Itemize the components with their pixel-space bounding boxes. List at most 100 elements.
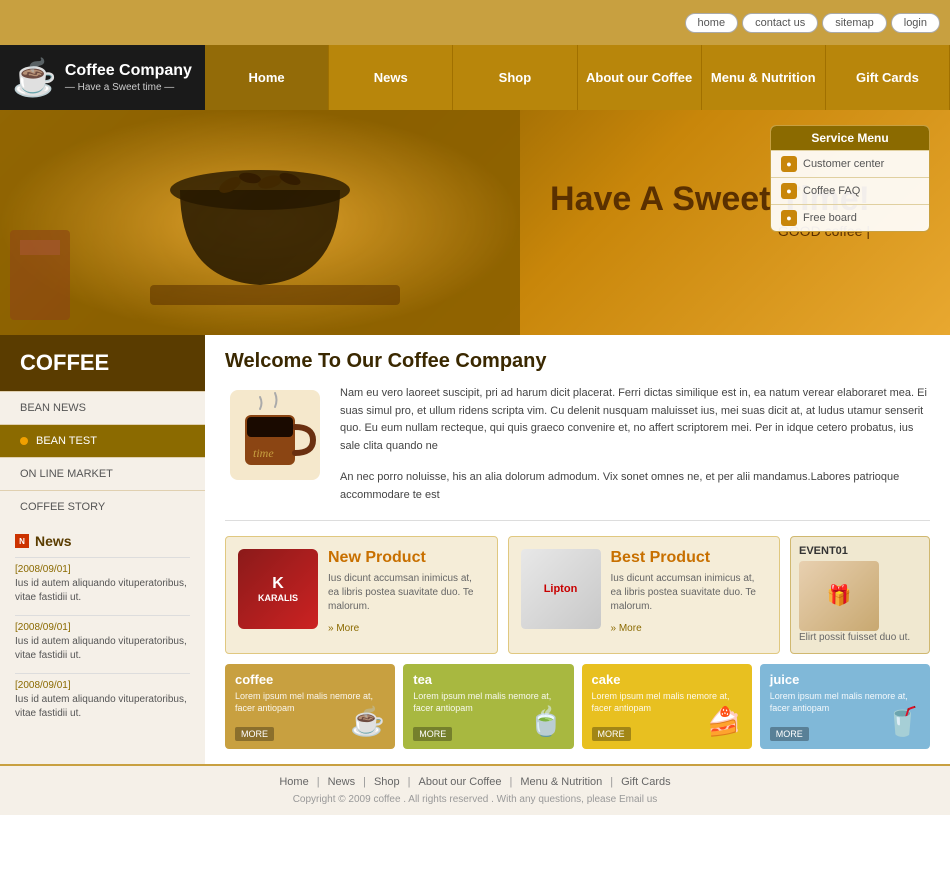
coffee-cup-icon: ☕ — [12, 57, 57, 99]
logo-text: Coffee Company — Have a Sweet time — — [65, 62, 192, 93]
product-row-1: K KARALIS New Product Ius dicunt accumsa… — [225, 536, 930, 654]
event-text: Elirt possit fuisset duo ut. — [799, 631, 921, 645]
new-product-label: New Product — [328, 549, 485, 567]
best-product-info: Best Product Ius dicunt accumsan inimicu… — [611, 549, 768, 641]
best-product-desc: Ius dicunt accumsan inimicus at, ea libr… — [611, 572, 768, 614]
sitemap-topbtn[interactable]: sitemap — [822, 13, 887, 33]
category-cake-title: cake — [592, 672, 742, 687]
category-tea-title: tea — [413, 672, 563, 687]
category-juice[interactable]: juice Lorem ipsum mel malis nemore at, f… — [760, 664, 930, 749]
footer-shop-link[interactable]: Shop — [366, 776, 408, 788]
logo-area: ☕ Coffee Company — Have a Sweet time — — [0, 45, 205, 110]
best-product-label: Best Product — [611, 549, 768, 567]
service-menu-coffee-faq[interactable]: ● Coffee FAQ — [771, 177, 929, 204]
category-coffee-more[interactable]: MORE — [235, 727, 274, 741]
footer-gift-cards-link[interactable]: Gift Cards — [613, 776, 679, 788]
event-card: EVENT01 🎁 Elirt possit fuisset duo ut. — [790, 536, 930, 654]
category-tea[interactable]: tea Lorem ipsum mel malis nemore at, fac… — [403, 664, 573, 749]
best-product-image: Lipton — [521, 549, 601, 629]
welcome-para2: An nec porro noluisse, his an alia dolor… — [340, 469, 930, 504]
sidebar-item-bean-news[interactable]: BEAN NEWS — [0, 391, 205, 424]
news-date-3: [2008/09/01] — [15, 680, 190, 691]
news-text-1: Ius id autem aliquando vituperatoribus, … — [15, 577, 190, 605]
new-product-image: K KARALIS — [238, 549, 318, 629]
lipton-brand-label: Lipton — [544, 583, 578, 595]
category-row: coffee Lorem ipsum mel malis nemore at, … — [225, 664, 930, 749]
category-cake-more[interactable]: MORE — [592, 727, 631, 741]
best-product-more-link[interactable]: More — [611, 623, 642, 634]
coffee-mug-image: time — [225, 385, 325, 485]
sidebar-coffee-header: COFFEE — [0, 335, 205, 391]
nav-shop[interactable]: Shop — [453, 45, 577, 110]
sidebar-news-title: N News — [15, 533, 190, 549]
sidebar-item-bean-test[interactable]: BEAN TEST — [0, 424, 205, 457]
hero-section: Have A Sweet Time! GOOD coffee | Service… — [0, 110, 950, 335]
new-product-more-link[interactable]: More — [328, 623, 359, 634]
nav-gift-cards[interactable]: Gift Cards — [826, 45, 950, 110]
welcome-title: Welcome To Our Coffee Company — [225, 350, 930, 373]
sidebar-item-label: BEAN TEST — [36, 435, 97, 447]
footer-nav: Home | News | Shop | About our Coffee | … — [0, 776, 950, 788]
lipton-bag-image: Lipton — [521, 549, 601, 629]
active-dot-icon — [20, 437, 28, 445]
coffee-faq-icon: ● — [781, 183, 797, 199]
service-menu-item-label: Free board — [803, 212, 857, 224]
hero-background-svg — [0, 110, 520, 335]
contact-topbtn[interactable]: contact us — [742, 13, 818, 33]
new-product-info: New Product Ius dicunt accumsan inimicus… — [328, 549, 485, 641]
hero-image — [0, 110, 520, 335]
service-menu-free-board[interactable]: ● Free board — [771, 204, 929, 231]
sidebar-item-label: COFFEE STORY — [20, 501, 105, 513]
welcome-text-block: Nam eu vero laoreet suscipit, pri ad har… — [340, 385, 930, 505]
main-content: COFFEE BEAN NEWS BEAN TEST ON LINE MARKE… — [0, 335, 950, 764]
welcome-para1: Nam eu vero laoreet suscipit, pri ad har… — [340, 385, 930, 455]
header: ☕ Coffee Company — Have a Sweet time — H… — [0, 45, 950, 110]
category-cake-icon: 🍰 — [702, 699, 747, 744]
category-coffee-icon: ☕ — [345, 699, 390, 744]
service-menu-customer-center[interactable]: ● Customer center — [771, 150, 929, 177]
nav-about-coffee[interactable]: About our Coffee — [578, 45, 702, 110]
category-juice-title: juice — [770, 672, 920, 687]
nav-home[interactable]: Home — [205, 45, 329, 110]
top-bar-buttons: home contact us sitemap login — [685, 13, 940, 33]
news-date-1: [2008/09/01] — [15, 564, 190, 575]
products-section: K KARALIS New Product Ius dicunt accumsa… — [225, 520, 930, 749]
top-bar: home contact us sitemap login — [0, 0, 950, 45]
footer: Home | News | Shop | About our Coffee | … — [0, 764, 950, 815]
category-coffee[interactable]: coffee Lorem ipsum mel malis nemore at, … — [225, 664, 395, 749]
category-cake[interactable]: cake Lorem ipsum mel malis nemore at, fa… — [582, 664, 752, 749]
sidebar-item-online-market[interactable]: ON LINE MARKET — [0, 457, 205, 490]
login-topbtn[interactable]: login — [891, 13, 940, 33]
event-image: 🎁 — [799, 561, 879, 631]
footer-about-coffee-link[interactable]: About our Coffee — [411, 776, 510, 788]
footer-home-link[interactable]: Home — [271, 776, 316, 788]
service-menu: Service Menu ● Customer center ● Coffee … — [770, 125, 930, 232]
category-juice-more[interactable]: MORE — [770, 727, 809, 741]
news-entry-3: [2008/09/01] Ius id autem aliquando vitu… — [15, 673, 190, 721]
news-text-2: Ius id autem aliquando vituperatoribus, … — [15, 635, 190, 663]
sidebar-item-coffee-story[interactable]: COFFEE STORY — [0, 490, 205, 523]
footer-copyright: Copyright © 2009 coffee . All rights res… — [0, 794, 950, 805]
footer-news-link[interactable]: News — [320, 776, 364, 788]
footer-menu-nutrition-link[interactable]: Menu & Nutrition — [512, 776, 610, 788]
new-product-desc: Ius dicunt accumsan inimicus at, ea libr… — [328, 572, 485, 614]
nav-menu-nutrition[interactable]: Menu & Nutrition — [702, 45, 826, 110]
news-date-2: [2008/09/01] — [15, 622, 190, 633]
service-menu-item-label: Coffee FAQ — [803, 185, 860, 197]
free-board-icon: ● — [781, 210, 797, 226]
category-tea-icon: 🍵 — [524, 699, 569, 744]
news-entry-1: [2008/09/01] Ius id autem aliquando vitu… — [15, 557, 190, 605]
service-menu-title: Service Menu — [771, 126, 929, 150]
karalis-bag-image: K KARALIS — [238, 549, 318, 629]
category-tea-more[interactable]: MORE — [413, 727, 452, 741]
event-label: EVENT01 — [799, 545, 921, 557]
nav-news[interactable]: News — [329, 45, 453, 110]
category-juice-icon: 🥤 — [880, 699, 925, 744]
content-area: Welcome To Our Coffee Company time — [205, 335, 950, 764]
new-product-card: K KARALIS New Product Ius dicunt accumsa… — [225, 536, 498, 654]
tagline: — Have a Sweet time — — [65, 82, 192, 93]
main-nav: Home News Shop About our Coffee Menu & N… — [205, 45, 950, 110]
sidebar-news: N News [2008/09/01] Ius id autem aliquan… — [0, 523, 205, 741]
home-topbtn[interactable]: home — [685, 13, 739, 33]
sidebar-item-label: ON LINE MARKET — [20, 468, 113, 480]
